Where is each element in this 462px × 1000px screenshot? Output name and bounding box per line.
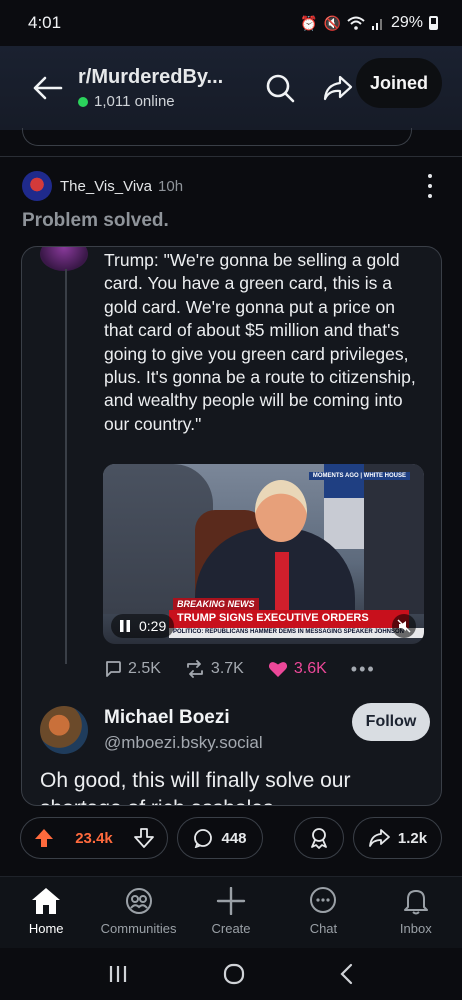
back-button[interactable]	[22, 62, 74, 114]
likes-count: 3.6K	[293, 660, 327, 677]
video-time: 0:29	[139, 618, 167, 634]
vote-count: 23.4k	[75, 829, 113, 847]
reply-text: Oh good, this will finally solve our sho…	[40, 769, 351, 805]
award-icon	[311, 828, 327, 849]
online-count: 1,011 online	[78, 93, 248, 110]
subreddit-info[interactable]: r/MurderedBy... 1,011 online	[78, 66, 248, 110]
more-horizontal-icon: •••	[350, 658, 376, 679]
nav-create[interactable]: Create	[185, 877, 277, 948]
video-breaking-tag: BREAKING NEWS	[173, 598, 259, 610]
author-row: Michael Boezi @mboezi.bsky.social Follow	[40, 703, 430, 757]
author-avatar	[40, 706, 88, 754]
heart-icon	[268, 662, 287, 677]
arrow-left-icon	[33, 76, 63, 100]
nav-create-label: Create	[211, 921, 251, 936]
communities-icon	[125, 888, 152, 914]
share-arrow-icon	[368, 829, 390, 847]
post-actions: 23.4k 448 1.2k	[20, 817, 442, 859]
wifi-icon	[347, 16, 365, 30]
online-label: 1,011 online	[94, 93, 175, 110]
share-subreddit-button[interactable]	[316, 66, 360, 110]
user-avatar[interactable]	[22, 171, 52, 201]
comment-icon	[106, 661, 121, 677]
bell-icon	[403, 890, 428, 915]
post-header: The_Vis_Viva 10h	[22, 168, 442, 204]
video-thumbnail[interactable]: MOMENTS AGO | WHITE HOUSE BREAKING NEWS …	[103, 464, 424, 644]
system-nav-bar	[0, 948, 462, 1000]
search-icon	[266, 74, 295, 103]
online-dot-icon	[78, 96, 88, 107]
nav-home-label: Home	[28, 921, 64, 936]
share-count: 1.2k	[397, 829, 428, 847]
chat-icon	[310, 887, 337, 913]
repost-icon	[187, 660, 203, 678]
video-figure-right	[364, 464, 424, 614]
signal-icon	[371, 19, 382, 30]
vote-control: 23.4k	[20, 817, 168, 859]
nav-inbox-label: Inbox	[399, 921, 432, 936]
divider	[0, 156, 462, 157]
video-headline: TRUMP SIGNS EXECUTIVE ORDERS	[169, 610, 409, 628]
battery-icon	[429, 16, 438, 30]
status-time: 4:01	[28, 13, 62, 32]
share-button[interactable]: 1.2k	[353, 817, 442, 859]
nav-chat[interactable]: Chat	[277, 877, 369, 948]
author-name: Michael Boezi	[104, 707, 230, 728]
speaker-muted-icon	[397, 619, 411, 633]
replies-count: 2.5K	[128, 660, 161, 677]
embedded-image-card[interactable]: Trump: "We're gonna be selling a gold ca…	[21, 246, 442, 806]
post-title[interactable]: Problem solved.	[22, 210, 169, 232]
share-icon	[323, 75, 353, 101]
plus-icon	[216, 887, 246, 915]
status-icons: ⏰ 🔇 29%	[300, 14, 438, 32]
award-button[interactable]	[294, 817, 344, 859]
quoted-text: Trump: "We're gonna be selling a gold ca…	[104, 250, 416, 434]
comment-bubble-icon	[194, 829, 213, 848]
downvote-icon[interactable]	[133, 827, 155, 849]
comment-count: 448	[221, 829, 247, 847]
subreddit-header: r/MurderedBy... 1,011 online Joined	[0, 46, 462, 130]
video-controls[interactable]: 0:29	[111, 614, 175, 638]
mute-icon: 🔇	[323, 14, 341, 31]
follow-button: Follow	[352, 703, 430, 741]
author-handle: @mboezi.bsky.social	[104, 733, 263, 752]
nav-communities-label: Communities	[100, 921, 177, 936]
nav-communities[interactable]: Communities	[92, 877, 184, 948]
post-username[interactable]: The_Vis_Viva	[60, 178, 152, 195]
nav-chat-label: Chat	[309, 921, 338, 936]
replies-stat: 2.5K	[104, 660, 161, 678]
video-tie	[275, 552, 289, 612]
quoted-avatar	[40, 247, 88, 271]
comments-button[interactable]: 448	[177, 817, 263, 859]
pause-icon	[120, 620, 130, 632]
reposts-stat: 3.7K	[185, 660, 244, 678]
thread-line	[65, 269, 67, 664]
more-options-button[interactable]	[418, 172, 442, 200]
search-button[interactable]	[258, 66, 302, 110]
more-vertical-icon	[428, 174, 432, 178]
post-stats: 2.5K 3.7K 3.6K •••	[104, 657, 404, 681]
joined-button[interactable]: Joined	[356, 58, 442, 108]
nav-inbox[interactable]: Inbox	[370, 877, 462, 948]
mute-button[interactable]	[392, 614, 416, 638]
post-age: 10h	[158, 177, 184, 195]
nav-home[interactable]: Home	[0, 877, 92, 948]
bottom-nav: Home Communities Create Chat Inbox	[0, 876, 462, 948]
alarm-icon: ⏰	[300, 14, 318, 31]
recents-icon[interactable]	[107, 964, 129, 984]
video-top-tag: MOMENTS AGO | WHITE HOUSE	[308, 472, 410, 480]
author-info: Michael Boezi @mboezi.bsky.social	[104, 707, 263, 753]
back-chevron-icon[interactable]	[339, 963, 355, 985]
status-bar: 4:01 ⏰ 🔇 29%	[0, 0, 462, 46]
subreddit-name: r/MurderedBy...	[78, 66, 224, 88]
home-icon	[32, 888, 61, 914]
video-ticker: POLITICO: REPUBLICANS HAMMER DEMS IN MES…	[169, 628, 424, 638]
previous-card-edge	[22, 128, 412, 146]
upvote-icon[interactable]	[33, 827, 55, 849]
battery-percent: 29%	[390, 14, 423, 31]
video-figure-head	[255, 480, 307, 542]
likes-stat: 3.6K	[268, 660, 327, 678]
reposts-count: 3.7K	[210, 660, 244, 677]
home-circle-icon[interactable]	[222, 962, 246, 986]
